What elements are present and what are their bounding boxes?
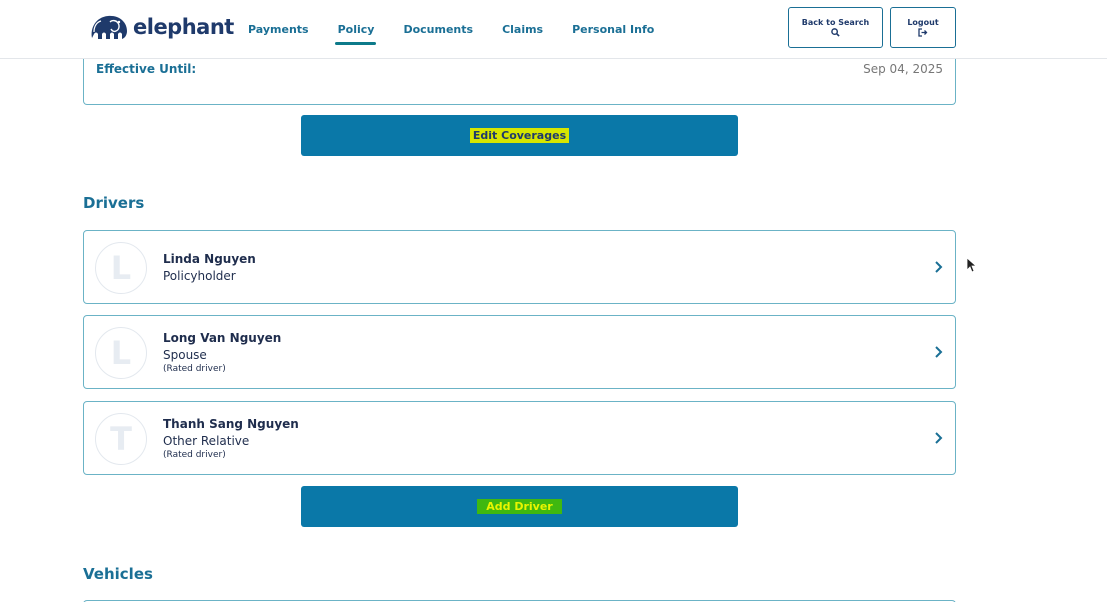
- add-driver-label: Add Driver: [477, 499, 562, 514]
- elephant-logo[interactable]: elephant: [88, 12, 234, 42]
- drivers-section-title: Drivers: [83, 194, 145, 212]
- effective-until-value: Sep 04, 2025: [863, 62, 943, 76]
- search-icon: [831, 28, 840, 37]
- nav-personal-info[interactable]: Personal Info: [564, 0, 662, 59]
- driver-rated-note: (Rated driver): [163, 364, 226, 374]
- driver-role: Policyholder: [163, 269, 236, 283]
- driver-rated-note: (Rated driver): [163, 450, 226, 460]
- sign-out-icon: [918, 28, 928, 37]
- edit-coverages-button[interactable]: Edit Coverages: [301, 115, 738, 156]
- effective-until-label: Effective Until:: [96, 62, 197, 76]
- driver-name: Thanh Sang Nguyen: [163, 417, 299, 431]
- main-nav: Payments Policy Documents Claims Persona…: [248, 0, 683, 59]
- avatar: L: [95, 327, 147, 379]
- back-to-search-button[interactable]: Back to Search: [788, 7, 883, 48]
- elephant-logo-icon: [91, 15, 127, 39]
- driver-name: Long Van Nguyen: [163, 331, 282, 345]
- chevron-right-icon: [935, 261, 943, 273]
- driver-role: Other Relative: [163, 434, 250, 448]
- vehicles-section-title: Vehicles: [83, 565, 153, 583]
- logout-label: Logout: [907, 18, 939, 27]
- driver-role: Spouse: [163, 348, 207, 362]
- driver-card[interactable]: L Linda Nguyen Policyholder: [83, 230, 956, 304]
- nav-policy[interactable]: Policy: [330, 0, 383, 59]
- driver-name: Linda Nguyen: [163, 252, 256, 266]
- brand-name: elephant: [133, 15, 234, 39]
- mouse-cursor-icon: [966, 257, 976, 273]
- chevron-right-icon: [935, 432, 943, 444]
- driver-card[interactable]: L Long Van Nguyen Spouse (Rated driver): [83, 315, 956, 389]
- nav-payments[interactable]: Payments: [240, 0, 317, 59]
- avatar: L: [95, 242, 147, 294]
- nav-claims[interactable]: Claims: [494, 0, 551, 59]
- edit-coverages-label: Edit Coverages: [469, 128, 570, 143]
- top-header: elephant Payments Policy Documents Claim…: [0, 0, 1107, 59]
- add-driver-button[interactable]: Add Driver: [301, 486, 738, 527]
- logout-button[interactable]: Logout: [890, 7, 956, 48]
- nav-documents[interactable]: Documents: [395, 0, 481, 59]
- avatar: T: [95, 413, 147, 465]
- driver-card[interactable]: T Thanh Sang Nguyen Other Relative (Rate…: [83, 401, 956, 475]
- chevron-right-icon: [935, 346, 943, 358]
- back-to-search-label: Back to Search: [801, 18, 870, 27]
